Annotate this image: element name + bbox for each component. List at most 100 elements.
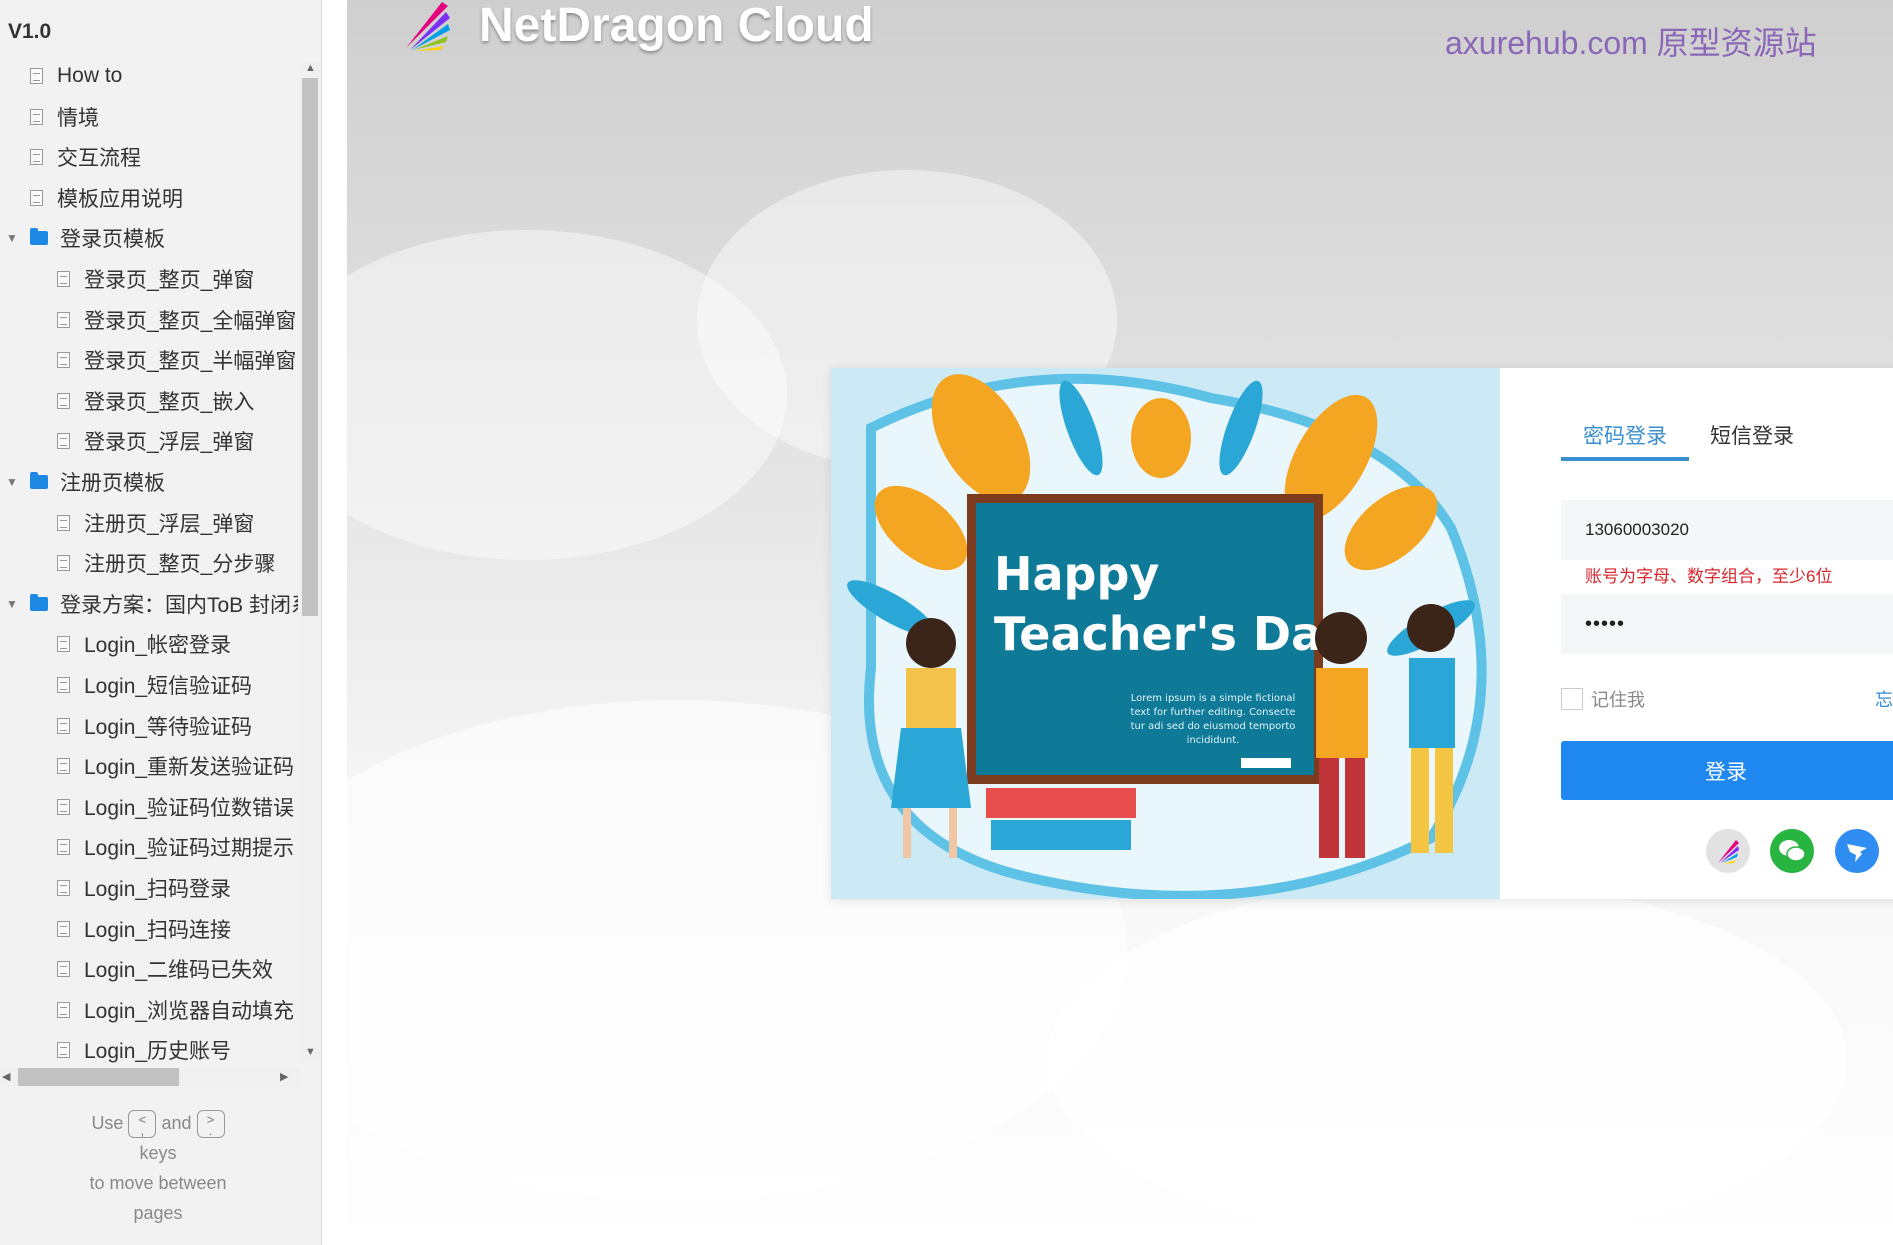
tree-item-label: How to xyxy=(57,64,123,87)
account-error-message: 账号为字母、数字组合，至少6位 xyxy=(1585,567,1833,586)
folder-icon xyxy=(30,593,48,611)
caret-down-icon[interactable]: ▼ xyxy=(6,231,18,245)
tab-sms-login[interactable]: 短信登录 xyxy=(1710,420,1794,450)
cloud-decoration xyxy=(1047,880,1847,1240)
keyboard-hint: Use <, and >. keys to move between pages xyxy=(0,1108,316,1228)
tree-page-item[interactable]: 登录页_浮层_弹窗 xyxy=(57,421,254,461)
page-tree: How to 情境交互流程模板应用说明 ▼ 登录页模板登录页_整页_弹窗登录页_整页_… xyxy=(0,56,298,1066)
account-input[interactable]: 13060003020 xyxy=(1561,500,1893,560)
tree-page-item[interactable]: Login_扫码连接 xyxy=(57,909,231,949)
page-icon xyxy=(30,108,43,125)
tree-item-label: Login_浏览器自动填充 xyxy=(84,999,295,1023)
tree-page-item[interactable]: Login_二维码已失效 xyxy=(57,949,273,989)
tree-page-item[interactable]: Login_验证码位数错误 xyxy=(57,787,294,827)
scroll-right-icon[interactable]: ▶ xyxy=(280,1070,288,1083)
page-icon xyxy=(57,1001,70,1018)
tree-page-item[interactable]: Login_浏览器自动填充 xyxy=(57,990,294,1030)
remember-label: 记住我 xyxy=(1591,690,1645,710)
tree-item-label: 交互流程 xyxy=(57,147,141,171)
illustration-title-line2: Teacher's Day xyxy=(994,607,1351,661)
page-icon xyxy=(57,352,70,369)
tab-password-login[interactable]: 密码登录 xyxy=(1583,420,1667,450)
tree-page-item[interactable]: Login_等待验证码 xyxy=(57,706,252,746)
page-icon xyxy=(57,961,70,978)
tree-item-label: Login_历史账号 xyxy=(84,1040,232,1064)
hint-text: and xyxy=(161,1113,192,1133)
tree-page-item[interactable]: 模板应用说明 xyxy=(30,178,183,218)
brand-title: NetDragon Cloud xyxy=(479,0,874,52)
scroll-up-icon[interactable]: ▲ xyxy=(305,62,316,74)
main-canvas: NetDragon Cloud axurehub.com 原型资源站 Happy… xyxy=(347,0,1893,1245)
next-key-icon: >. xyxy=(196,1110,225,1139)
page-icon xyxy=(57,758,70,775)
vertical-scrollbar[interactable]: ▲ ▼ xyxy=(300,62,320,1062)
tree-item-label: Login_重新发送验证码 xyxy=(84,756,295,780)
page-icon xyxy=(57,271,70,287)
tree-folder[interactable]: ▼ 注册页模板 xyxy=(6,462,165,502)
page-icon xyxy=(57,839,70,856)
vertical-scroll-thumb[interactable] xyxy=(302,78,318,616)
page-icon xyxy=(57,798,70,815)
password-input[interactable]: ••••• xyxy=(1561,594,1893,654)
tree-page-item[interactable]: 登录页_整页_半幅弹窗 xyxy=(57,340,296,380)
page-icon xyxy=(57,717,70,734)
tree-item-label: Login_二维码已失效 xyxy=(84,959,274,983)
tree-folder[interactable]: ▼ 登录方案：国内ToB 封闭系统 xyxy=(6,584,298,624)
remember-me[interactable]: 记住我 xyxy=(1561,686,1645,712)
forgot-password-link[interactable]: 忘 xyxy=(1875,686,1893,712)
page-icon xyxy=(57,677,70,693)
tree-page-item[interactable]: Login_重新发送验证码 xyxy=(57,746,294,786)
caret-down-icon[interactable]: ▼ xyxy=(6,475,18,489)
illustration-body-text: Lorem ipsum is a simple fictional xyxy=(1131,693,1296,704)
tree-page-item[interactable]: Login_短信验证码 xyxy=(57,665,252,705)
tree-page-item[interactable]: 登录页_整页_全幅弹窗 xyxy=(57,300,296,340)
horizontal-scrollbar[interactable]: ◀ ▶ xyxy=(0,1067,300,1087)
scroll-left-icon[interactable]: ◀ xyxy=(2,1070,10,1083)
teachers-day-illustration: Happy Teacher's Day Lorem ipsum is a sim… xyxy=(831,368,1500,899)
tree-page-item[interactable]: 登录页_整页_嵌入 xyxy=(57,381,254,421)
illustration-body-text: tur adi sed do eiusmod temporto xyxy=(1131,721,1296,732)
tree-page-item[interactable]: Login_验证码过期提示 xyxy=(57,827,294,867)
tree-item-label: 登录页_整页_弹窗 xyxy=(84,269,255,292)
tree-item-label: 注册页模板 xyxy=(60,472,165,495)
caret-down-icon[interactable]: ▼ xyxy=(6,597,18,611)
tree-page-item[interactable]: Login_历史账号 xyxy=(57,1030,231,1066)
tree-folder[interactable]: ▼ 登录页模板 xyxy=(6,218,165,258)
tree-page-item[interactable]: Login_扫码登录 xyxy=(57,868,231,908)
illustration-body-text: incididunt. xyxy=(1187,735,1240,746)
tree-item-label: 模板应用说明 xyxy=(57,187,183,211)
tree-page-item[interactable]: Login_帐密登录 xyxy=(57,624,231,664)
hint-text: Use xyxy=(91,1113,124,1133)
tree-page-item[interactable]: 情境 xyxy=(30,97,99,137)
page-icon xyxy=(57,433,70,450)
page-icon xyxy=(57,514,70,531)
tree-page-item[interactable]: 注册页_整页_分步骤 xyxy=(57,543,275,583)
tree-item-label: Login_短信验证码 xyxy=(84,675,253,698)
active-tab-indicator xyxy=(1561,457,1689,461)
tree-page-item[interactable]: 登录页_整页_弹窗 xyxy=(57,259,254,299)
tree-page-item[interactable]: 注册页_浮层_弹窗 xyxy=(57,503,254,543)
tree-page-item[interactable]: How to xyxy=(30,56,122,96)
tree-item-label: 登录页_整页_全幅弹窗 xyxy=(84,309,297,333)
netdragon-icon[interactable] xyxy=(1706,829,1750,873)
login-button[interactable]: 登录 xyxy=(1561,741,1893,800)
tree-page-item[interactable]: 交互流程 xyxy=(30,137,141,177)
remember-checkbox[interactable] xyxy=(1561,688,1583,710)
folder-icon xyxy=(30,472,48,489)
sidebar: V1.0 How to 情境 交互流程 模板应用说明 ▼ 登录页模板 登录页_整页_弹窗 登录… xyxy=(0,0,322,1245)
folder-icon xyxy=(30,228,48,246)
tree-item-label: 注册页_整页_分步骤 xyxy=(84,553,276,577)
page-icon xyxy=(57,1042,70,1059)
tree-item-label: 注册页_浮层_弹窗 xyxy=(84,512,255,536)
illustration-body-text: text for further editing. Consecte xyxy=(1131,707,1296,718)
dingtalk-icon[interactable] xyxy=(1835,829,1879,873)
hint-text: pages xyxy=(133,1203,183,1224)
wechat-icon[interactable] xyxy=(1770,829,1814,873)
prev-key-icon: <, xyxy=(128,1110,157,1139)
page-icon xyxy=(57,880,70,896)
page-icon xyxy=(57,920,70,937)
horizontal-scroll-thumb[interactable] xyxy=(18,1068,179,1086)
hint-text: to move between xyxy=(89,1173,227,1194)
tree-item-label: Login_帐密登录 xyxy=(84,634,232,658)
scroll-down-icon[interactable]: ▼ xyxy=(305,1046,316,1058)
